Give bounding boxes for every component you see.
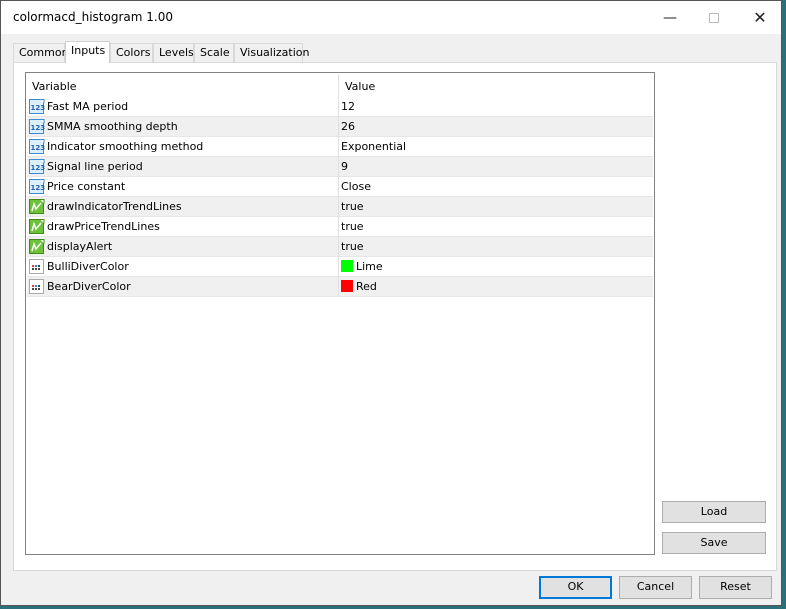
title-bar: colormacd_histogram 1.00 — ✕ <box>1 1 781 34</box>
variable-value[interactable]: true <box>341 220 364 233</box>
svg-text:123: 123 <box>31 164 46 172</box>
variable-value[interactable]: 9 <box>341 160 348 173</box>
numeric-123-icon: 123 <box>29 158 45 174</box>
maximize-icon[interactable] <box>699 7 729 29</box>
reset-button[interactable]: Reset <box>699 576 772 599</box>
value-text: 12 <box>341 100 355 113</box>
value-text: 26 <box>341 120 355 133</box>
variable-name: Signal line period <box>47 160 143 173</box>
cancel-button[interactable]: Cancel <box>619 576 692 599</box>
table-row[interactable]: drawIndicatorTrendLines true <box>27 197 653 217</box>
svg-text:123: 123 <box>31 144 46 152</box>
tab-common[interactable]: Common <box>13 43 69 62</box>
table-row[interactable]: 123 Indicator smoothing method Exponential <box>27 137 653 157</box>
color-swatch <box>341 280 353 292</box>
variable-name: Indicator smoothing method <box>47 140 204 153</box>
boolean-icon <box>29 198 45 214</box>
table-row[interactable]: 123 Signal line period 9 <box>27 157 653 177</box>
value-text: true <box>341 200 364 213</box>
table-header: Variable Value <box>27 74 653 97</box>
numeric-123-icon: 123 <box>29 178 45 194</box>
tab-visualization[interactable]: Visualization <box>234 43 309 62</box>
svg-text:123: 123 <box>31 124 46 132</box>
value-text: Exponential <box>341 140 407 153</box>
inputs-table: Variable Value 123 Fast MA period 12 123 SMM… <box>25 72 655 555</box>
value-text: Lime <box>356 260 383 273</box>
load-button[interactable]: Load <box>662 501 766 523</box>
table-row[interactable]: BulliDiverColor Lime <box>27 257 653 277</box>
inputs-panel: Variable Value 123 Fast MA period 12 123 SMM… <box>13 62 777 571</box>
boolean-icon <box>29 238 45 254</box>
color-icon <box>29 278 45 294</box>
value-text: true <box>341 240 364 253</box>
boolean-icon <box>29 218 45 234</box>
svg-text:123: 123 <box>31 104 46 112</box>
column-header-value[interactable]: Value <box>345 80 375 93</box>
numeric-123-icon: 123 <box>29 118 45 134</box>
color-icon <box>29 258 45 274</box>
table-row[interactable]: displayAlert true <box>27 237 653 257</box>
window-title: colormacd_histogram 1.00 <box>13 10 173 24</box>
variable-value[interactable]: 12 <box>341 100 355 113</box>
value-text: Close <box>341 180 371 193</box>
numeric-123-icon: 123 <box>29 138 45 154</box>
variable-value[interactable]: Red <box>341 280 377 293</box>
minimize-icon[interactable]: — <box>655 7 685 29</box>
close-icon[interactable]: ✕ <box>745 7 775 29</box>
dialog-window: colormacd_histogram 1.00 — ✕ Common Input… <box>0 0 782 606</box>
tab-levels[interactable]: Levels <box>153 43 194 62</box>
save-button[interactable]: Save <box>662 532 766 554</box>
table-row[interactable]: 123 Price constant Close <box>27 177 653 197</box>
variable-name: SMMA smoothing depth <box>47 120 178 133</box>
variable-value[interactable]: Lime <box>341 260 383 273</box>
value-text: Red <box>356 280 377 293</box>
column-header-variable[interactable]: Variable <box>32 80 77 93</box>
color-swatch <box>341 260 353 272</box>
ok-button[interactable]: OK <box>539 576 612 599</box>
tab-colors[interactable]: Colors <box>110 43 153 62</box>
variable-name: drawPriceTrendLines <box>47 220 160 233</box>
variable-name: BearDiverColor <box>47 280 131 293</box>
table-row[interactable]: 123 SMMA smoothing depth 26 <box>27 117 653 137</box>
value-text: 9 <box>341 160 348 173</box>
variable-value[interactable]: true <box>341 240 364 253</box>
table-row[interactable]: drawPriceTrendLines true <box>27 217 653 237</box>
variable-name: displayAlert <box>47 240 113 253</box>
tab-scale[interactable]: Scale <box>194 43 234 62</box>
variable-value[interactable]: true <box>341 200 364 213</box>
table-row[interactable]: 123 Fast MA period 12 <box>27 97 653 117</box>
variable-name: drawIndicatorTrendLines <box>47 200 182 213</box>
column-divider[interactable] <box>338 74 339 296</box>
variable-value[interactable]: 26 <box>341 120 355 133</box>
numeric-123-icon: 123 <box>29 98 45 114</box>
variable-name: BulliDiverColor <box>47 260 129 273</box>
svg-text:123: 123 <box>31 184 46 192</box>
variable-value[interactable]: Exponential <box>341 140 406 153</box>
value-text: true <box>341 220 364 233</box>
variable-name: Fast MA period <box>47 100 129 113</box>
variable-name: Price constant <box>47 180 126 193</box>
tab-inputs[interactable]: Inputs <box>65 41 110 63</box>
variable-value[interactable]: Close <box>341 180 371 193</box>
table-row[interactable]: BearDiverColor Red <box>27 277 653 297</box>
